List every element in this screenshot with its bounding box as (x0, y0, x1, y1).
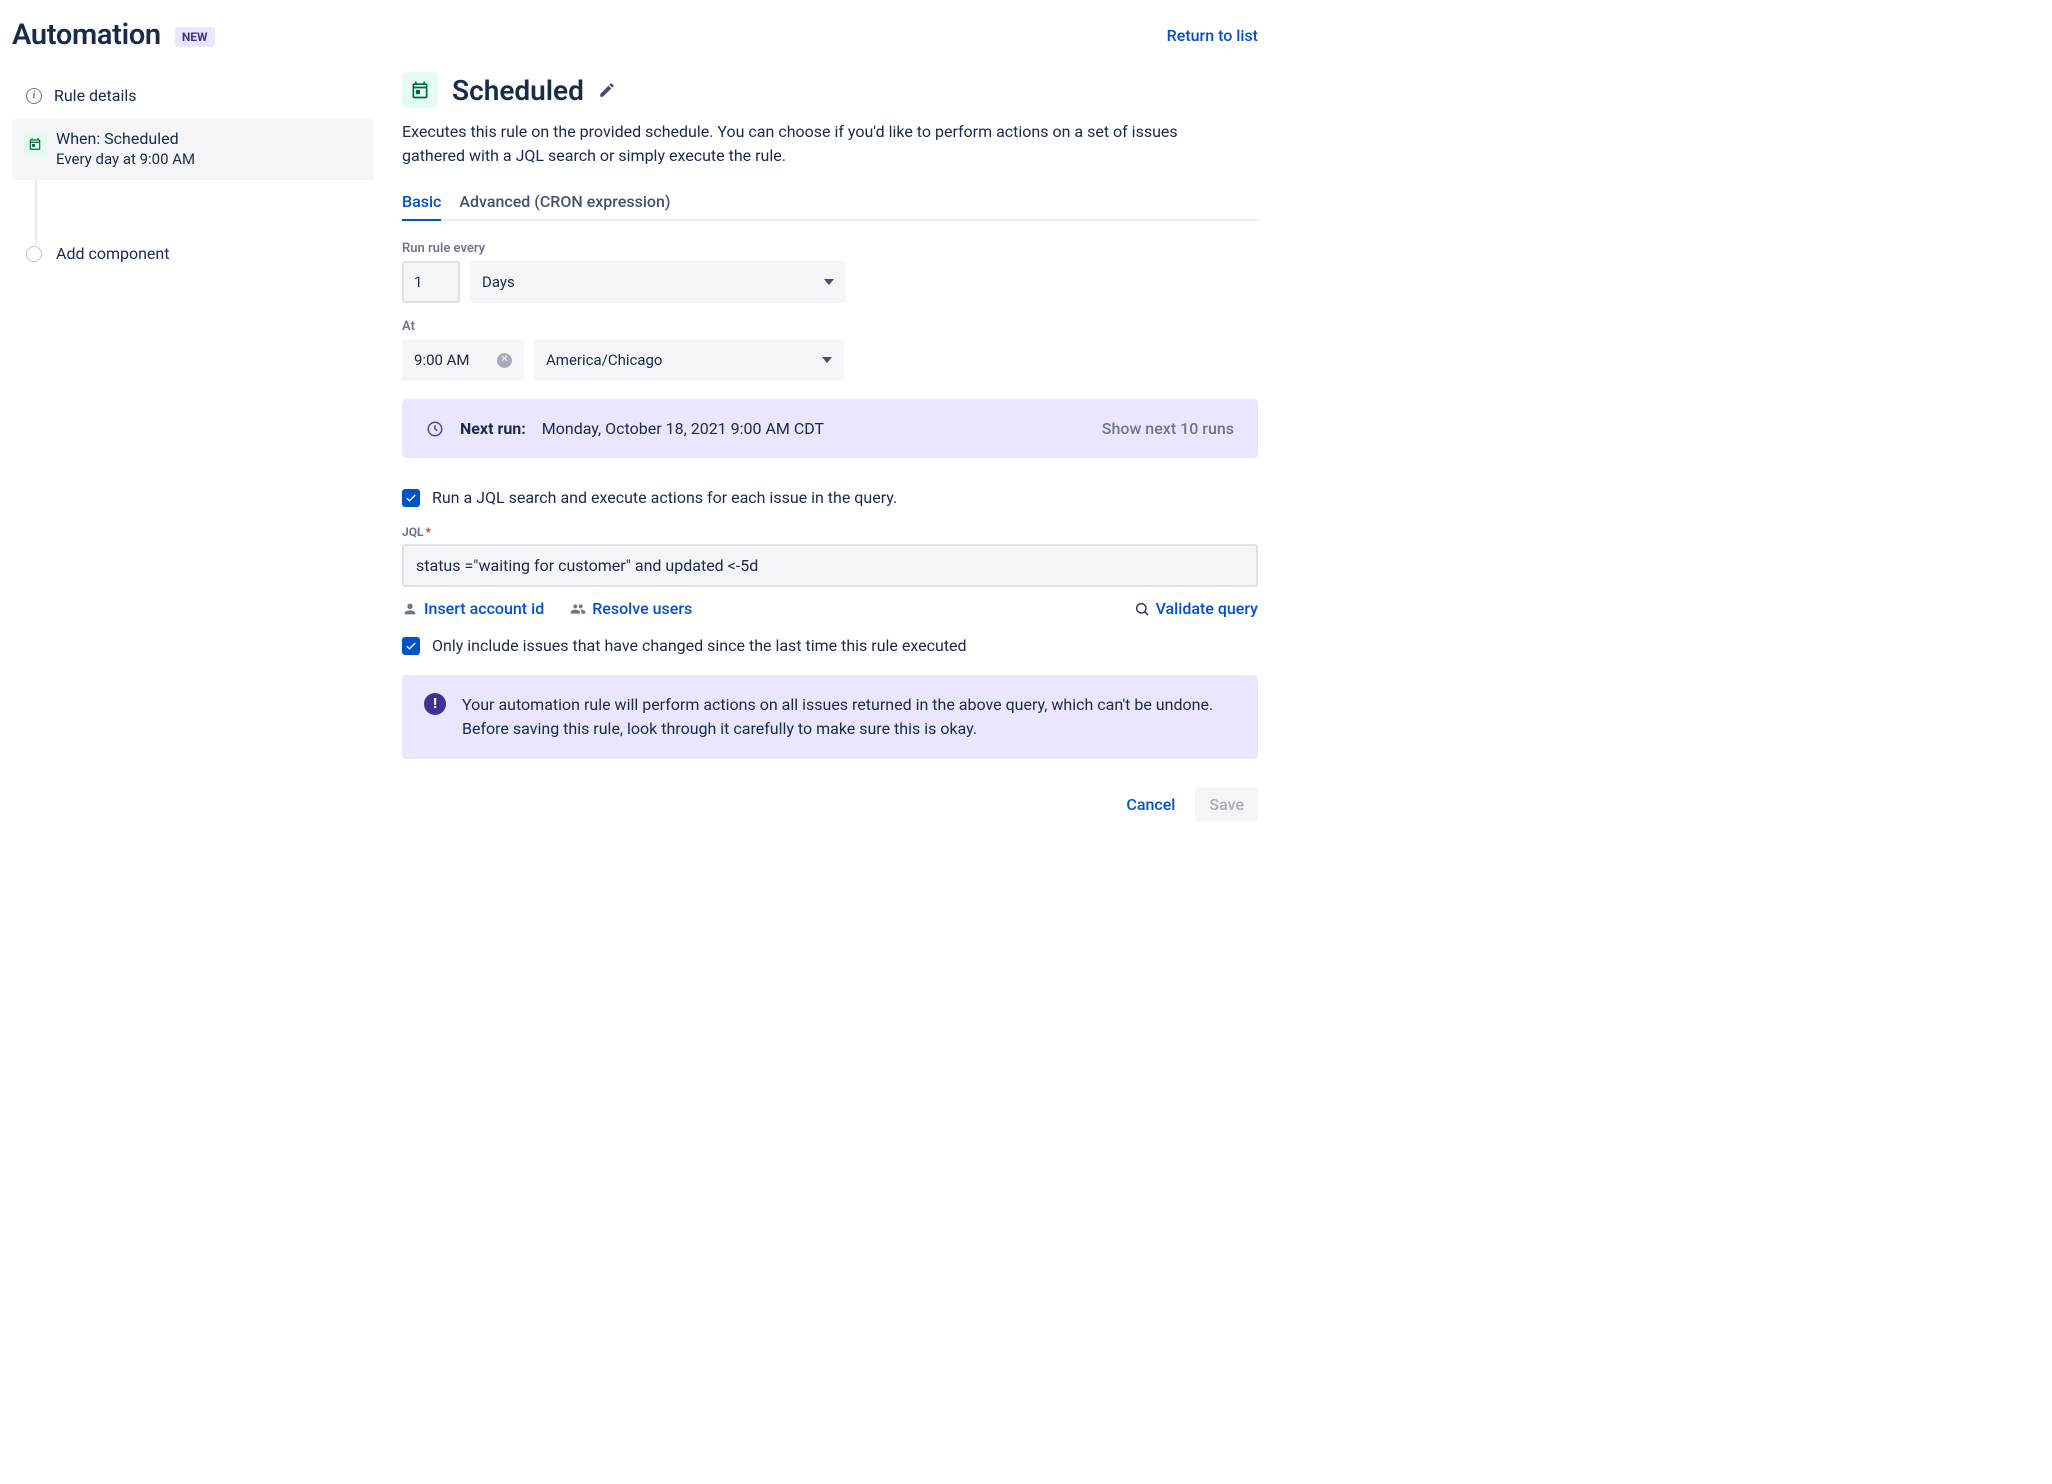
time-value: 9:00 AM (414, 351, 470, 369)
warning-text: Your automation rule will perform action… (462, 693, 1236, 741)
jql-search-checkbox[interactable] (402, 489, 420, 507)
interval-input[interactable]: 1 (402, 261, 460, 303)
at-label: At (402, 319, 1258, 334)
chevron-down-icon (822, 357, 832, 363)
save-button[interactable]: Save (1195, 787, 1258, 822)
jql-checkbox-label: Run a JQL search and execute actions for… (432, 488, 897, 507)
trigger-subtitle: Every day at 9:00 AM (56, 150, 362, 168)
add-circle-icon (26, 246, 42, 262)
jql-input[interactable]: status ="waiting for customer" and updat… (402, 544, 1258, 587)
add-component-button[interactable]: Add component (12, 230, 374, 277)
chevron-down-icon (824, 279, 834, 285)
info-icon: i (26, 88, 42, 104)
check-icon (405, 640, 417, 652)
timeline-connector (35, 171, 37, 247)
main-title: Scheduled (452, 74, 584, 107)
calendar-icon (402, 72, 438, 108)
run-every-label: Run rule every (402, 241, 1258, 256)
new-badge: NEW (175, 27, 215, 47)
validate-query-link[interactable]: Validate query (1134, 599, 1258, 618)
edit-icon[interactable] (598, 81, 616, 99)
rule-details-item[interactable]: i Rule details (12, 72, 374, 119)
warning-panel: ! Your automation rule will perform acti… (402, 675, 1258, 759)
tab-basic[interactable]: Basic (402, 188, 441, 219)
insert-account-id-link[interactable]: Insert account id (402, 599, 544, 618)
search-icon (1134, 601, 1150, 617)
users-icon (570, 601, 586, 617)
next-run-label: Next run: (460, 419, 526, 438)
resolve-users-link[interactable]: Resolve users (570, 599, 692, 618)
next-run-panel: Next run: Monday, October 18, 2021 9:00 … (402, 399, 1258, 458)
clear-icon[interactable]: ✕ (497, 353, 512, 368)
trigger-title: When: Scheduled (56, 129, 362, 148)
unit-value: Days (482, 273, 515, 291)
rule-details-label: Rule details (54, 86, 137, 105)
user-icon (402, 601, 418, 617)
trigger-card[interactable]: When: Scheduled Every day at 9:00 AM (12, 119, 374, 180)
unit-select[interactable]: Days (470, 261, 846, 303)
jql-label: JQL* (402, 525, 1258, 539)
time-select[interactable]: 9:00 AM ✕ (402, 339, 524, 381)
add-component-label: Add component (56, 244, 169, 263)
timezone-value: America/Chicago (546, 351, 662, 369)
only-changed-label: Only include issues that have changed si… (432, 636, 967, 655)
page-title: Automation (12, 18, 161, 52)
cancel-button[interactable]: Cancel (1114, 787, 1187, 822)
tab-advanced[interactable]: Advanced (CRON expression) (459, 188, 670, 219)
show-next-runs-link[interactable]: Show next 10 runs (1102, 419, 1234, 438)
next-run-value: Monday, October 18, 2021 9:00 AM CDT (542, 419, 824, 438)
timezone-select[interactable]: America/Chicago (534, 339, 844, 381)
return-to-list-link[interactable]: Return to list (1167, 26, 1258, 45)
check-icon (405, 492, 417, 504)
description-text: Executes this rule on the provided sched… (402, 120, 1258, 168)
exclamation-icon: ! (424, 693, 446, 715)
calendar-icon (24, 133, 46, 155)
only-changed-checkbox[interactable] (402, 637, 420, 655)
clock-icon (426, 420, 444, 438)
